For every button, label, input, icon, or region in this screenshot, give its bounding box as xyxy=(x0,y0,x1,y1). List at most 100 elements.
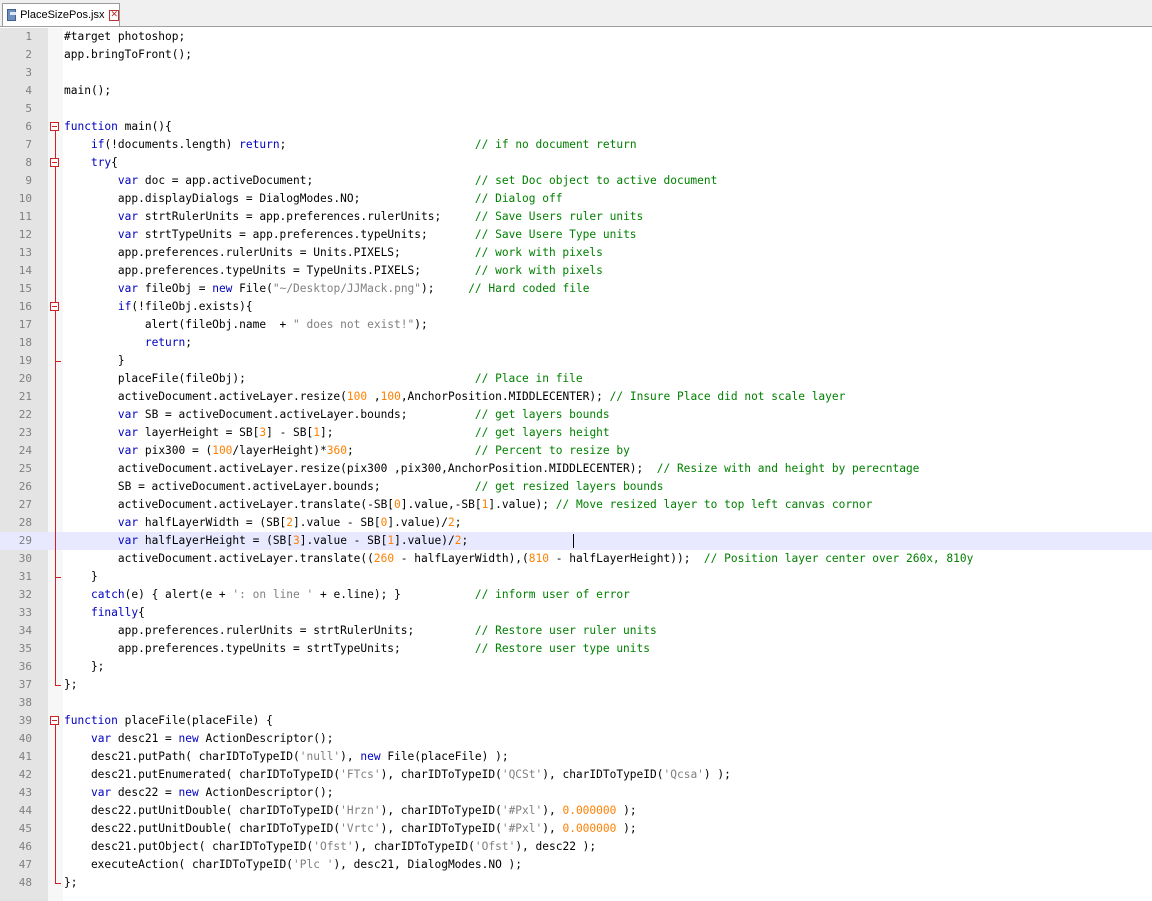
code-line[interactable]: 8 try{ xyxy=(0,154,1152,172)
code-line[interactable]: 37}; xyxy=(0,676,1152,694)
code-text[interactable]: app.displayDialogs = DialogModes.NO; // … xyxy=(64,190,563,208)
code-text[interactable]: finally{ xyxy=(64,604,145,622)
code-line[interactable]: 26 SB = activeDocument.activeLayer.bound… xyxy=(0,478,1152,496)
code-text[interactable]: }; xyxy=(64,874,77,892)
code-text[interactable]: desc21.putEnumerated( charIDToTypeID('FT… xyxy=(64,766,731,784)
code-text[interactable]: if(!fileObj.exists){ xyxy=(64,298,253,316)
code-line[interactable]: 25 activeDocument.activeLayer.resize(pix… xyxy=(0,460,1152,478)
code-line[interactable]: 21 activeDocument.activeLayer.resize(100… xyxy=(0,388,1152,406)
code-line[interactable]: 3 xyxy=(0,64,1152,82)
fold-toggle-icon[interactable] xyxy=(50,158,59,167)
code-text[interactable]: main(); xyxy=(64,82,111,100)
code-line[interactable]: 48}; xyxy=(0,874,1152,892)
code-line[interactable]: 9 var doc = app.activeDocument; // set D… xyxy=(0,172,1152,190)
code-line[interactable]: 22 var SB = activeDocument.activeLayer.b… xyxy=(0,406,1152,424)
code-line[interactable]: 6 function main(){ xyxy=(0,118,1152,136)
code-text[interactable]: var desc22 = new ActionDescriptor(); xyxy=(64,784,334,802)
code-line[interactable]: 7 if(!documents.length) return; // if no… xyxy=(0,136,1152,154)
code-line[interactable]: 28 var halfLayerWidth = (SB[2].value - S… xyxy=(0,514,1152,532)
code-text[interactable]: var pix300 = (100/layerHeight)*360; // P… xyxy=(64,442,630,460)
code-line[interactable]: 47 executeAction( charIDToTypeID('Plc ')… xyxy=(0,856,1152,874)
code-text[interactable]: alert(fileObj.name + " does not exist!")… xyxy=(64,316,428,334)
code-line[interactable]: 35 app.preferences.typeUnits = strtTypeU… xyxy=(0,640,1152,658)
code-line[interactable]: 5 xyxy=(0,100,1152,118)
code-text[interactable]: SB = activeDocument.activeLayer.bounds; … xyxy=(64,478,664,496)
code-text[interactable]: var fileObj = new File("~/Desktop/JJMack… xyxy=(64,280,590,298)
code-line[interactable]: 41 desc21.putPath( charIDToTypeID('null'… xyxy=(0,748,1152,766)
code-line[interactable]: 46 desc21.putObject( charIDToTypeID('Ofs… xyxy=(0,838,1152,856)
code-text[interactable]: app.preferences.typeUnits = strtTypeUnit… xyxy=(64,640,650,658)
code-text[interactable]: if(!documents.length) return; // if no d… xyxy=(64,136,637,154)
code-text[interactable]: var halfLayerHeight = (SB[3].value - SB[… xyxy=(64,532,468,550)
code-text[interactable]: app.bringToFront(); xyxy=(64,46,192,64)
code-line[interactable]: 4 main(); xyxy=(0,82,1152,100)
code-line[interactable]: 32 catch(e) { alert(e + ': on line ' + e… xyxy=(0,586,1152,604)
code-line[interactable]: 17 alert(fileObj.name + " does not exist… xyxy=(0,316,1152,334)
code-line[interactable]: 43 var desc22 = new ActionDescriptor(); xyxy=(0,784,1152,802)
code-text[interactable]: app.preferences.rulerUnits = strtRulerUn… xyxy=(64,622,657,640)
code-text[interactable]: try{ xyxy=(64,154,118,172)
code-line[interactable]: 45 desc22.putUnitDouble( charIDToTypeID(… xyxy=(0,820,1152,838)
code-line[interactable]: 12 var strtTypeUnits = app.preferences.t… xyxy=(0,226,1152,244)
code-line[interactable]: 36 }; xyxy=(0,658,1152,676)
tab-placesizepos[interactable]: PlaceSizePos.jsx ✕ xyxy=(2,3,120,26)
fold-toggle-icon[interactable] xyxy=(50,122,59,131)
code-text[interactable]: placeFile(fileObj); // Place in file xyxy=(64,370,583,388)
code-text[interactable]: var strtTypeUnits = app.preferences.type… xyxy=(64,226,637,244)
code-line[interactable]: 10 app.displayDialogs = DialogModes.NO; … xyxy=(0,190,1152,208)
fold-toggle-icon[interactable] xyxy=(50,716,59,725)
code-line[interactable]: 1 #target photoshop; xyxy=(0,28,1152,46)
code-editor[interactable]: 1 #target photoshop; 2 app.bringToFront(); 3… xyxy=(0,28,1152,901)
code-line[interactable]: 38 xyxy=(0,694,1152,712)
code-text[interactable]: }; xyxy=(64,658,104,676)
code-text[interactable]: desc22.putUnitDouble( charIDToTypeID('Hr… xyxy=(64,802,637,820)
code-line[interactable]: 2 app.bringToFront(); xyxy=(0,46,1152,64)
code-text[interactable]: var SB = activeDocument.activeLayer.boun… xyxy=(64,406,610,424)
code-line[interactable]: 15 var fileObj = new File("~/Desktop/JJM… xyxy=(0,280,1152,298)
code-line[interactable]: 44 desc22.putUnitDouble( charIDToTypeID(… xyxy=(0,802,1152,820)
code-text[interactable]: var halfLayerWidth = (SB[2].value - SB[0… xyxy=(64,514,462,532)
code-text[interactable]: activeDocument.activeLayer.resize(100 ,1… xyxy=(64,388,846,406)
code-line[interactable]: 39 function placeFile(placeFile) { xyxy=(0,712,1152,730)
code-text[interactable]: function placeFile(placeFile) { xyxy=(64,712,273,730)
code-line[interactable]: 24 var pix300 = (100/layerHeight)*360; /… xyxy=(0,442,1152,460)
code-text[interactable]: function main(){ xyxy=(64,118,172,136)
code-text[interactable]: desc21.putObject( charIDToTypeID('Ofst')… xyxy=(64,838,596,856)
code-text[interactable]: activeDocument.activeLayer.translate(-SB… xyxy=(64,496,872,514)
code-line[interactable]: 20 placeFile(fileObj); // Place in file xyxy=(0,370,1152,388)
code-text[interactable]: } xyxy=(64,352,125,370)
code-line[interactable]: 33 finally{ xyxy=(0,604,1152,622)
code-line[interactable]: 27 activeDocument.activeLayer.translate(… xyxy=(0,496,1152,514)
code-line[interactable]: 34 app.preferences.rulerUnits = strtRule… xyxy=(0,622,1152,640)
code-text[interactable]: }; xyxy=(64,676,77,694)
code-text[interactable]: var layerHeight = SB[3] - SB[1]; // get … xyxy=(64,424,610,442)
code-text[interactable]: #target photoshop; xyxy=(64,28,185,46)
code-line[interactable]: 13 app.preferences.rulerUnits = Units.PI… xyxy=(0,244,1152,262)
code-line[interactable]: 18 return; xyxy=(0,334,1152,352)
code-text[interactable]: activeDocument.activeLayer.translate((26… xyxy=(64,550,973,568)
code-text[interactable]: activeDocument.activeLayer.resize(pix300… xyxy=(64,460,920,478)
close-tab-icon[interactable]: ✕ xyxy=(109,9,119,21)
code-line[interactable]: 42 desc21.putEnumerated( charIDToTypeID(… xyxy=(0,766,1152,784)
code-line[interactable]: 30 activeDocument.activeLayer.translate(… xyxy=(0,550,1152,568)
code-text[interactable]: app.preferences.typeUnits = TypeUnits.PI… xyxy=(64,262,603,280)
code-line[interactable]: 40 var desc21 = new ActionDescriptor(); xyxy=(0,730,1152,748)
code-line[interactable]: 31 } xyxy=(0,568,1152,586)
code-line[interactable]: 14 app.preferences.typeUnits = TypeUnits… xyxy=(0,262,1152,280)
code-line[interactable]: 16 if(!fileObj.exists){ xyxy=(0,298,1152,316)
code-text[interactable]: catch(e) { alert(e + ': on line ' + e.li… xyxy=(64,586,630,604)
code-line[interactable]: 29 var halfLayerHeight = (SB[3].value - … xyxy=(0,532,1152,550)
code-text[interactable]: desc22.putUnitDouble( charIDToTypeID('Vr… xyxy=(64,820,637,838)
code-text[interactable]: var desc21 = new ActionDescriptor(); xyxy=(64,730,334,748)
code-text[interactable]: var doc = app.activeDocument; // set Doc… xyxy=(64,172,717,190)
code-text[interactable]: app.preferences.rulerUnits = Units.PIXEL… xyxy=(64,244,603,262)
code-line[interactable]: 23 var layerHeight = SB[3] - SB[1]; // g… xyxy=(0,424,1152,442)
fold-toggle-icon[interactable] xyxy=(50,302,59,311)
code-text[interactable]: desc21.putPath( charIDToTypeID('null'), … xyxy=(64,748,509,766)
code-text[interactable]: var strtRulerUnits = app.preferences.rul… xyxy=(64,208,643,226)
code-line[interactable]: 11 var strtRulerUnits = app.preferences.… xyxy=(0,208,1152,226)
code-line[interactable]: 19 } xyxy=(0,352,1152,370)
code-text[interactable]: return; xyxy=(64,334,192,352)
code-text[interactable]: } xyxy=(64,568,98,586)
code-text[interactable]: executeAction( charIDToTypeID('Plc '), d… xyxy=(64,856,522,874)
